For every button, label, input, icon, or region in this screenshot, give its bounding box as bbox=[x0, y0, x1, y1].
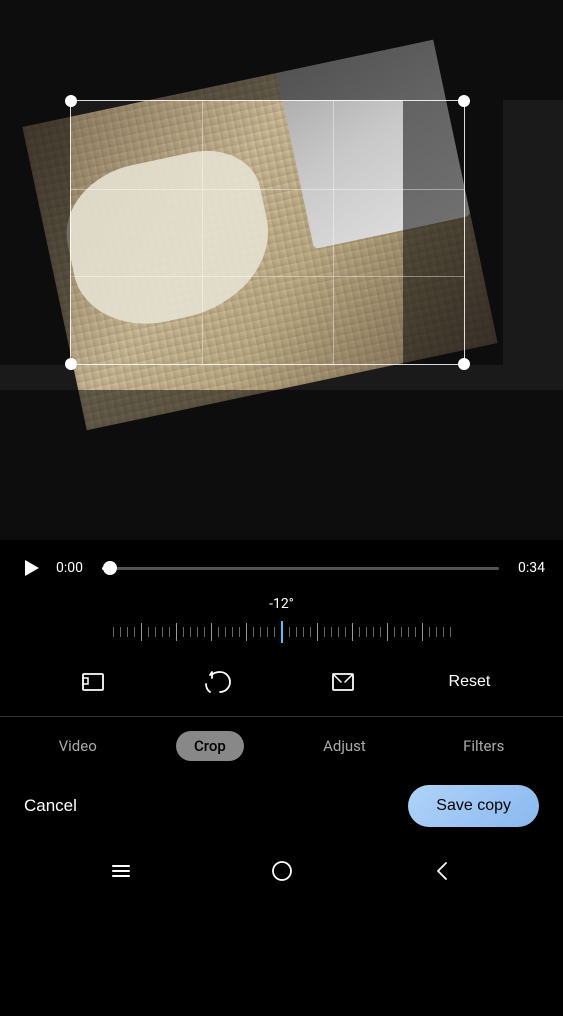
recent-apps-icon bbox=[107, 857, 135, 885]
tick bbox=[239, 627, 240, 637]
tick bbox=[225, 627, 226, 637]
tick bbox=[134, 627, 135, 637]
tick bbox=[232, 627, 233, 637]
reset-button[interactable]: Reset bbox=[449, 673, 491, 691]
aspect-ratio-button[interactable] bbox=[73, 662, 113, 702]
angle-value: -12° bbox=[269, 596, 294, 612]
tick bbox=[253, 627, 254, 637]
tick bbox=[296, 627, 297, 637]
crop-handle-top-left[interactable] bbox=[65, 95, 77, 107]
progress-track[interactable] bbox=[102, 567, 499, 570]
tick bbox=[422, 623, 423, 641]
tick bbox=[176, 623, 177, 641]
tab-video[interactable]: Video bbox=[41, 731, 115, 761]
tick bbox=[218, 627, 219, 637]
tick bbox=[443, 627, 444, 637]
action-bar: Cancel Save copy bbox=[0, 775, 563, 841]
grid-line-v2 bbox=[333, 101, 334, 364]
tick bbox=[169, 627, 170, 637]
tick bbox=[204, 627, 205, 637]
grid-line-h1 bbox=[71, 189, 464, 190]
tab-bar: Video Crop Adjust Filters bbox=[0, 717, 563, 775]
tools-row: Reset bbox=[0, 648, 563, 716]
tick bbox=[429, 627, 430, 637]
tick bbox=[303, 627, 304, 637]
aspect-ratio-icon bbox=[79, 668, 107, 696]
grid-line-h2 bbox=[71, 276, 464, 277]
ruler-ticks bbox=[0, 621, 563, 643]
tick bbox=[324, 627, 325, 637]
back-button[interactable] bbox=[427, 855, 459, 887]
tick bbox=[317, 623, 318, 641]
timeline: 0:00 0:34 bbox=[0, 540, 563, 590]
tab-filters[interactable]: Filters bbox=[445, 731, 522, 761]
tick bbox=[211, 623, 212, 641]
tick bbox=[190, 627, 191, 637]
tick bbox=[359, 627, 360, 637]
image-area bbox=[0, 0, 563, 540]
cancel-button[interactable]: Cancel bbox=[24, 796, 77, 816]
tick bbox=[120, 627, 121, 637]
bottom-panel: 0:00 0:34 -12° bbox=[0, 540, 563, 905]
tick bbox=[387, 623, 388, 641]
play-button[interactable] bbox=[18, 554, 46, 582]
total-time: 0:34 bbox=[509, 560, 545, 576]
tick bbox=[197, 627, 198, 637]
tick bbox=[436, 627, 437, 637]
crop-box[interactable] bbox=[70, 100, 465, 365]
current-time: 0:00 bbox=[56, 560, 92, 576]
save-copy-button[interactable]: Save copy bbox=[408, 785, 539, 827]
tick bbox=[338, 627, 339, 637]
tick bbox=[415, 627, 416, 637]
tick bbox=[274, 627, 275, 637]
crop-overlay-top bbox=[0, 0, 563, 100]
tick bbox=[246, 623, 247, 641]
grid-line-v1 bbox=[202, 101, 203, 364]
tick bbox=[113, 627, 114, 637]
tick bbox=[331, 627, 332, 637]
crop-handle-bottom-left[interactable] bbox=[65, 358, 77, 370]
tick bbox=[366, 627, 367, 637]
tick bbox=[310, 627, 311, 637]
home-button[interactable] bbox=[266, 855, 298, 887]
tick bbox=[183, 627, 184, 637]
tab-adjust[interactable]: Adjust bbox=[305, 731, 384, 761]
tick bbox=[141, 623, 142, 641]
tick bbox=[380, 627, 381, 637]
flip-icon bbox=[329, 668, 357, 696]
tick bbox=[162, 627, 163, 637]
tick bbox=[408, 627, 409, 637]
angle-ruler[interactable] bbox=[0, 618, 563, 646]
crop-handle-top-right[interactable] bbox=[458, 95, 470, 107]
rotate-button[interactable] bbox=[198, 662, 238, 702]
tick bbox=[127, 627, 128, 637]
tab-crop[interactable]: Crop bbox=[176, 731, 244, 761]
crop-overlay-bottom bbox=[0, 390, 563, 540]
tick bbox=[260, 627, 261, 637]
back-icon bbox=[429, 857, 457, 885]
nav-bar bbox=[0, 841, 563, 905]
tick bbox=[345, 627, 346, 637]
tick bbox=[373, 627, 374, 637]
tick bbox=[394, 627, 395, 637]
tick bbox=[155, 627, 156, 637]
rotate-icon bbox=[204, 668, 232, 696]
tick bbox=[148, 627, 149, 637]
tick bbox=[401, 627, 402, 637]
play-icon bbox=[25, 560, 39, 576]
center-tick bbox=[281, 621, 283, 643]
tick bbox=[289, 627, 290, 637]
crop-handle-bottom-right[interactable] bbox=[458, 358, 470, 370]
crop-overlay-left bbox=[0, 100, 70, 365]
recent-apps-button[interactable] bbox=[105, 855, 137, 887]
progress-thumb[interactable] bbox=[103, 561, 117, 575]
angle-area: -12° bbox=[0, 590, 563, 648]
home-icon bbox=[268, 857, 296, 885]
tick bbox=[267, 627, 268, 637]
tick bbox=[352, 623, 353, 641]
tick bbox=[450, 627, 451, 637]
flip-button[interactable] bbox=[323, 662, 363, 702]
